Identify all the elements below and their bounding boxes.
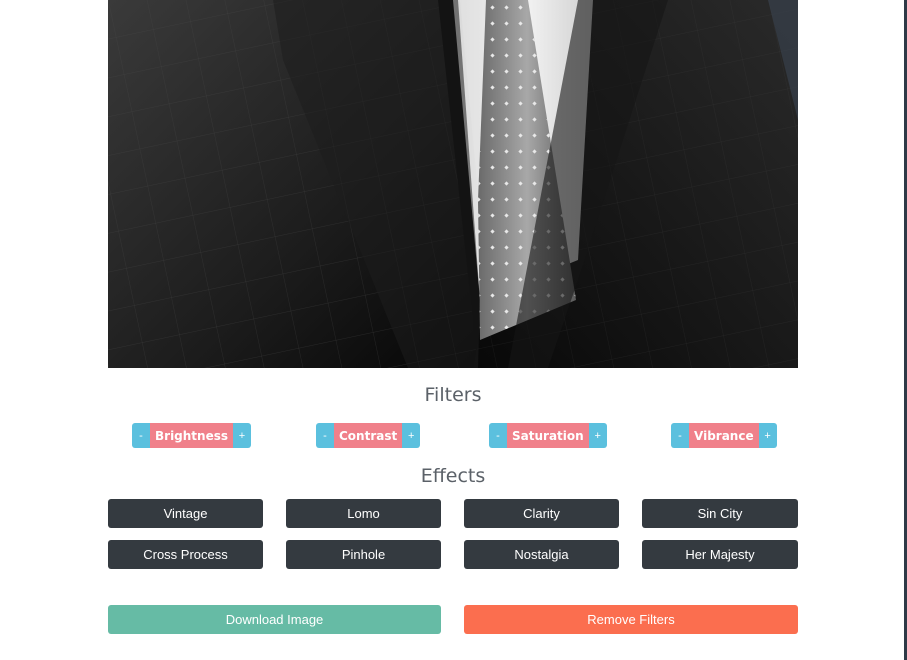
contrast-increase-button[interactable]: + [402, 423, 421, 448]
saturation-label: Saturation [507, 423, 589, 448]
saturation-increase-button[interactable]: + [588, 423, 607, 448]
brightness-label: Brightness [150, 423, 234, 448]
vibrance-label: Vibrance [689, 423, 759, 448]
filter-vibrance: - Vibrance + [671, 423, 777, 448]
effects-heading: Effects [420, 465, 486, 487]
effect-cross-process-button[interactable]: Cross Process [108, 540, 263, 569]
contrast-label: Contrast [334, 423, 403, 448]
remove-filters-button[interactable]: Remove Filters [464, 605, 798, 634]
effect-clarity-button[interactable]: Clarity [464, 499, 619, 528]
filter-saturation: - Saturation + [489, 423, 607, 448]
effect-her-majesty-button[interactable]: Her Majesty [642, 540, 798, 569]
contrast-decrease-button[interactable]: - [316, 423, 334, 448]
photo-canvas [108, 0, 798, 368]
effect-lomo-button[interactable]: Lomo [286, 499, 441, 528]
effect-nostalgia-button[interactable]: Nostalgia [464, 540, 619, 569]
vibrance-increase-button[interactable]: + [758, 423, 777, 448]
download-image-button[interactable]: Download Image [108, 605, 441, 634]
brightness-increase-button[interactable]: + [233, 423, 252, 448]
effect-sin-city-button[interactable]: Sin City [642, 499, 798, 528]
filter-brightness: - Brightness + [132, 423, 252, 448]
filters-heading: Filters [424, 384, 482, 406]
effect-pinhole-button[interactable]: Pinhole [286, 540, 441, 569]
filter-contrast: - Contrast + [316, 423, 421, 448]
brightness-decrease-button[interactable]: - [132, 423, 150, 448]
saturation-decrease-button[interactable]: - [489, 423, 507, 448]
effect-vintage-button[interactable]: Vintage [108, 499, 263, 528]
vibrance-decrease-button[interactable]: - [671, 423, 689, 448]
